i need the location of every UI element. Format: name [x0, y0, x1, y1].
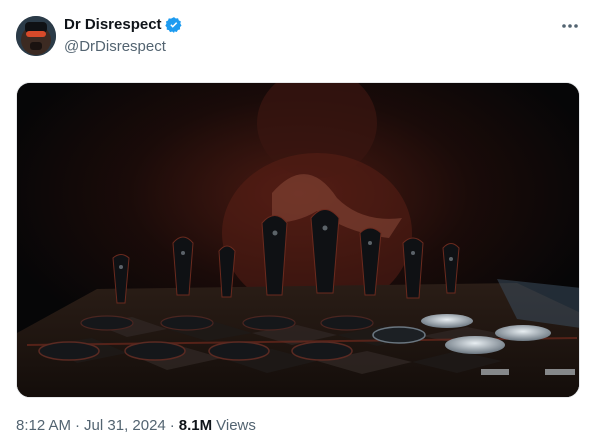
meta-separator-2: · — [169, 417, 175, 434]
more-horizontal-icon[interactable] — [556, 14, 584, 38]
views-count[interactable]: 8.1M — [179, 416, 212, 436]
display-name[interactable]: Dr Disrespect — [64, 15, 162, 35]
author-block: Dr Disrespect @DrDisrespect — [64, 15, 183, 57]
tweet-media-image[interactable] — [16, 82, 580, 398]
tweet-date[interactable]: Jul 31, 2024 — [84, 416, 166, 436]
tweet-meta: 8:12 AM · Jul 31, 2024 · 8.1M Views — [16, 416, 256, 436]
views-label: Views — [216, 417, 256, 434]
avatar[interactable] — [16, 16, 56, 56]
meta-separator: · — [75, 417, 81, 434]
tweet-time[interactable]: 8:12 AM — [16, 416, 71, 436]
handle[interactable]: @DrDisrespect — [64, 37, 183, 57]
name-row: Dr Disrespect — [64, 15, 183, 35]
tweet: Dr Disrespect @DrDisrespect 8:12 AM · Ju… — [0, 0, 598, 448]
verified-badge-icon[interactable] — [164, 16, 183, 34]
